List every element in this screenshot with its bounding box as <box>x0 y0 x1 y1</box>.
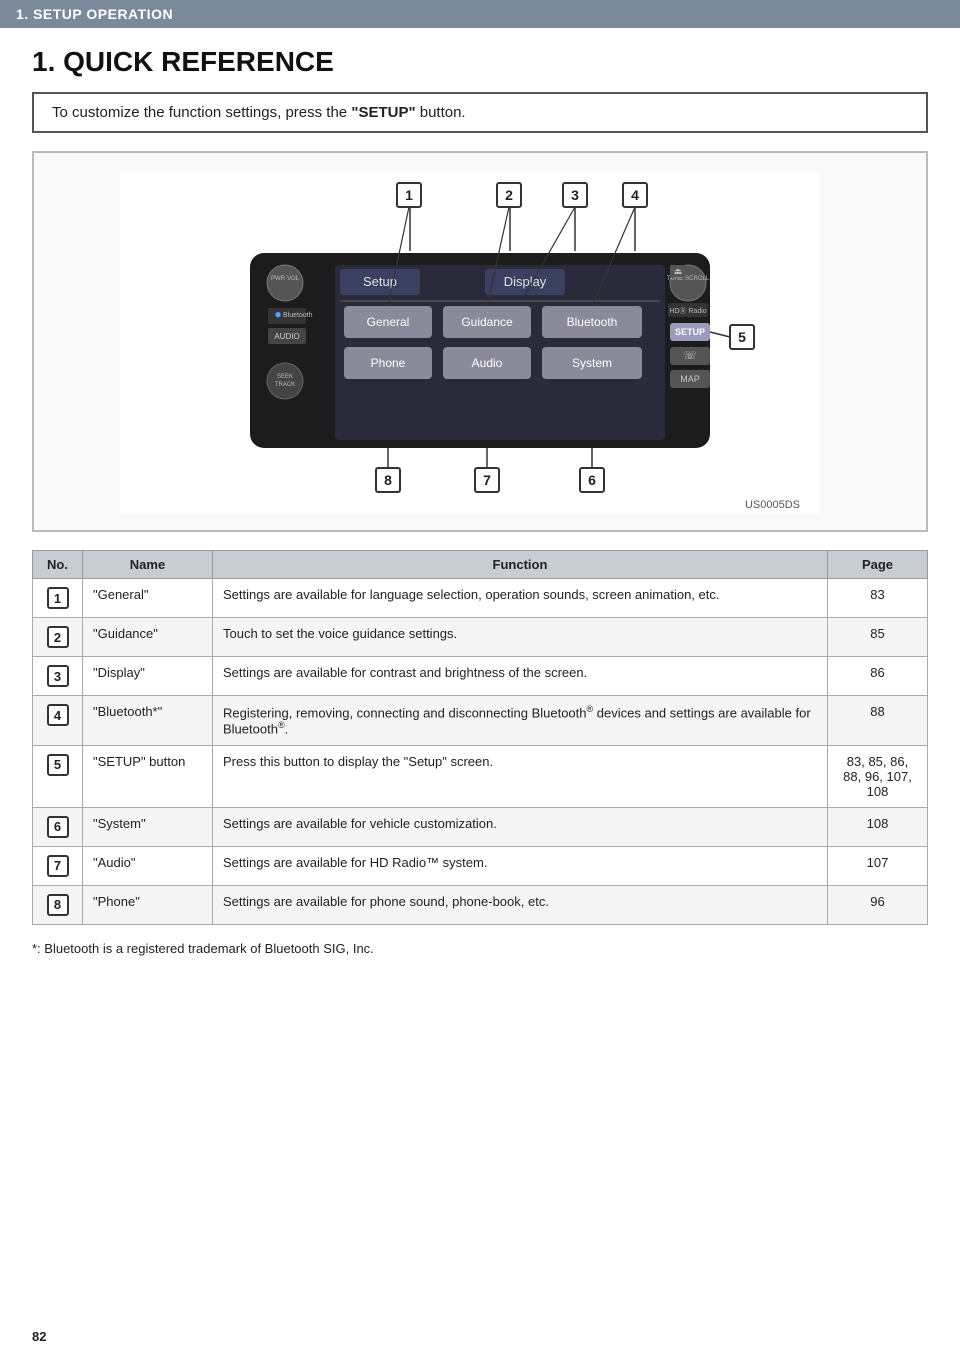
table-row: 5 "SETUP" buttonPress this button to disp… <box>33 745 928 807</box>
svg-text:3: 3 <box>571 187 579 203</box>
footnote: *: Bluetooth is a registered trademark o… <box>32 941 928 956</box>
table-row: 1 "General"Settings are available for lan… <box>33 579 928 618</box>
svg-text:Bluetooth: Bluetooth <box>283 312 313 319</box>
row-page: 96 <box>828 885 928 924</box>
row-no: 3 <box>33 657 83 696</box>
table-row: 3 "Display"Settings are available for con… <box>33 657 928 696</box>
row-no: 6 <box>33 807 83 846</box>
svg-text:PWR·VOL: PWR·VOL <box>271 276 300 282</box>
table-row: 8 "Phone"Settings are available for phone… <box>33 885 928 924</box>
intro-text-before: To customize the function settings, pres… <box>52 104 351 121</box>
row-function: Settings are available for HD Radio™ sys… <box>213 846 828 885</box>
row-name: "Bluetooth*" <box>83 696 213 746</box>
svg-text:System: System <box>572 356 612 370</box>
svg-text:6: 6 <box>588 472 596 488</box>
row-function: Press this button to display the "Setup"… <box>213 745 828 807</box>
row-function: Settings are available for phone sound, … <box>213 885 828 924</box>
diagram-svg: 1 2 3 4 Setup Display <box>120 173 840 516</box>
svg-text:TRACK: TRACK <box>275 382 295 388</box>
svg-text:Guidance: Guidance <box>461 315 513 329</box>
svg-text:AUDIO: AUDIO <box>274 332 299 341</box>
row-badge: 8 <box>47 894 69 916</box>
intro-box: To customize the function settings, pres… <box>32 92 928 133</box>
diagram-container: 1 2 3 4 Setup Display <box>32 151 928 532</box>
row-badge: 1 <box>47 587 69 609</box>
row-page: 83 <box>828 579 928 618</box>
svg-text:HDⓇ Radio: HDⓇ Radio <box>669 307 706 315</box>
svg-text:2: 2 <box>505 187 513 203</box>
svg-text:7: 7 <box>483 472 491 488</box>
row-no: 5 <box>33 745 83 807</box>
row-function: Settings are available for contrast and … <box>213 657 828 696</box>
svg-text:4: 4 <box>631 187 639 203</box>
table-row: 6 "System"Settings are available for vehi… <box>33 807 928 846</box>
svg-text:⏏: ⏏ <box>674 266 683 276</box>
row-name: "SETUP" button <box>83 745 213 807</box>
row-page: 107 <box>828 846 928 885</box>
svg-text:US0005DS: US0005DS <box>745 499 800 511</box>
row-badge: 7 <box>47 855 69 877</box>
table-header-function: Function <box>213 551 828 579</box>
row-page: 88 <box>828 696 928 746</box>
row-name: "Display" <box>83 657 213 696</box>
row-no: 2 <box>33 618 83 657</box>
svg-text:General: General <box>367 315 410 329</box>
row-page: 83, 85, 86, 88, 96, 107, 108 <box>828 745 928 807</box>
row-name: "Phone" <box>83 885 213 924</box>
svg-text:1: 1 <box>405 187 413 203</box>
row-badge: 5 <box>47 754 69 776</box>
svg-text:Display: Display <box>504 274 547 289</box>
svg-text:Phone: Phone <box>371 356 406 370</box>
svg-text:SEEK: SEEK <box>277 374 293 380</box>
row-function: Registering, removing, connecting and di… <box>213 696 828 746</box>
table-row: 4 "Bluetooth*"Registering, removing, conn… <box>33 696 928 746</box>
row-page: 86 <box>828 657 928 696</box>
row-function: Settings are available for language sele… <box>213 579 828 618</box>
row-no: 4 <box>33 696 83 746</box>
top-bar-label: 1. SETUP OPERATION <box>16 6 173 22</box>
row-no: 7 <box>33 846 83 885</box>
svg-text:8: 8 <box>384 472 392 488</box>
svg-text:5: 5 <box>738 329 746 345</box>
row-name: "Guidance" <box>83 618 213 657</box>
page-title: 1. QUICK REFERENCE <box>32 46 928 78</box>
table-header-name: Name <box>83 551 213 579</box>
svg-text:Bluetooth: Bluetooth <box>567 315 618 329</box>
row-name: "General" <box>83 579 213 618</box>
svg-text:Audio: Audio <box>472 356 503 370</box>
row-badge: 3 <box>47 665 69 687</box>
row-no: 1 <box>33 579 83 618</box>
row-name: "Audio" <box>83 846 213 885</box>
row-page: 108 <box>828 807 928 846</box>
row-no: 8 <box>33 885 83 924</box>
page-number: 82 <box>32 1329 46 1344</box>
svg-text:SETUP: SETUP <box>675 327 705 337</box>
row-name: "System" <box>83 807 213 846</box>
row-badge: 4 <box>47 704 69 726</box>
top-bar: 1. SETUP OPERATION <box>0 0 960 28</box>
svg-text:MAP: MAP <box>680 374 700 384</box>
row-function: Settings are available for vehicle custo… <box>213 807 828 846</box>
table-row: 2 "Guidance"Touch to set the voice guidan… <box>33 618 928 657</box>
row-page: 85 <box>828 618 928 657</box>
svg-text:⬢: ⬢ <box>275 311 281 319</box>
svg-text:☏: ☏ <box>683 350 697 362</box>
row-badge: 2 <box>47 626 69 648</box>
table-row: 7 "Audio"Settings are available for HD Ra… <box>33 846 928 885</box>
table-header-page: Page <box>828 551 928 579</box>
intro-emphasis: "SETUP" <box>351 104 415 121</box>
row-function: Touch to set the voice guidance settings… <box>213 618 828 657</box>
table-header-no: No. <box>33 551 83 579</box>
main-content: 1. QUICK REFERENCE To customize the func… <box>0 28 960 980</box>
row-badge: 6 <box>47 816 69 838</box>
device-diagram: 1 2 3 4 Setup Display <box>120 173 820 513</box>
reference-table: No. Name Function Page 1"General"Setting… <box>32 550 928 925</box>
intro-text-after: button. <box>416 104 466 121</box>
